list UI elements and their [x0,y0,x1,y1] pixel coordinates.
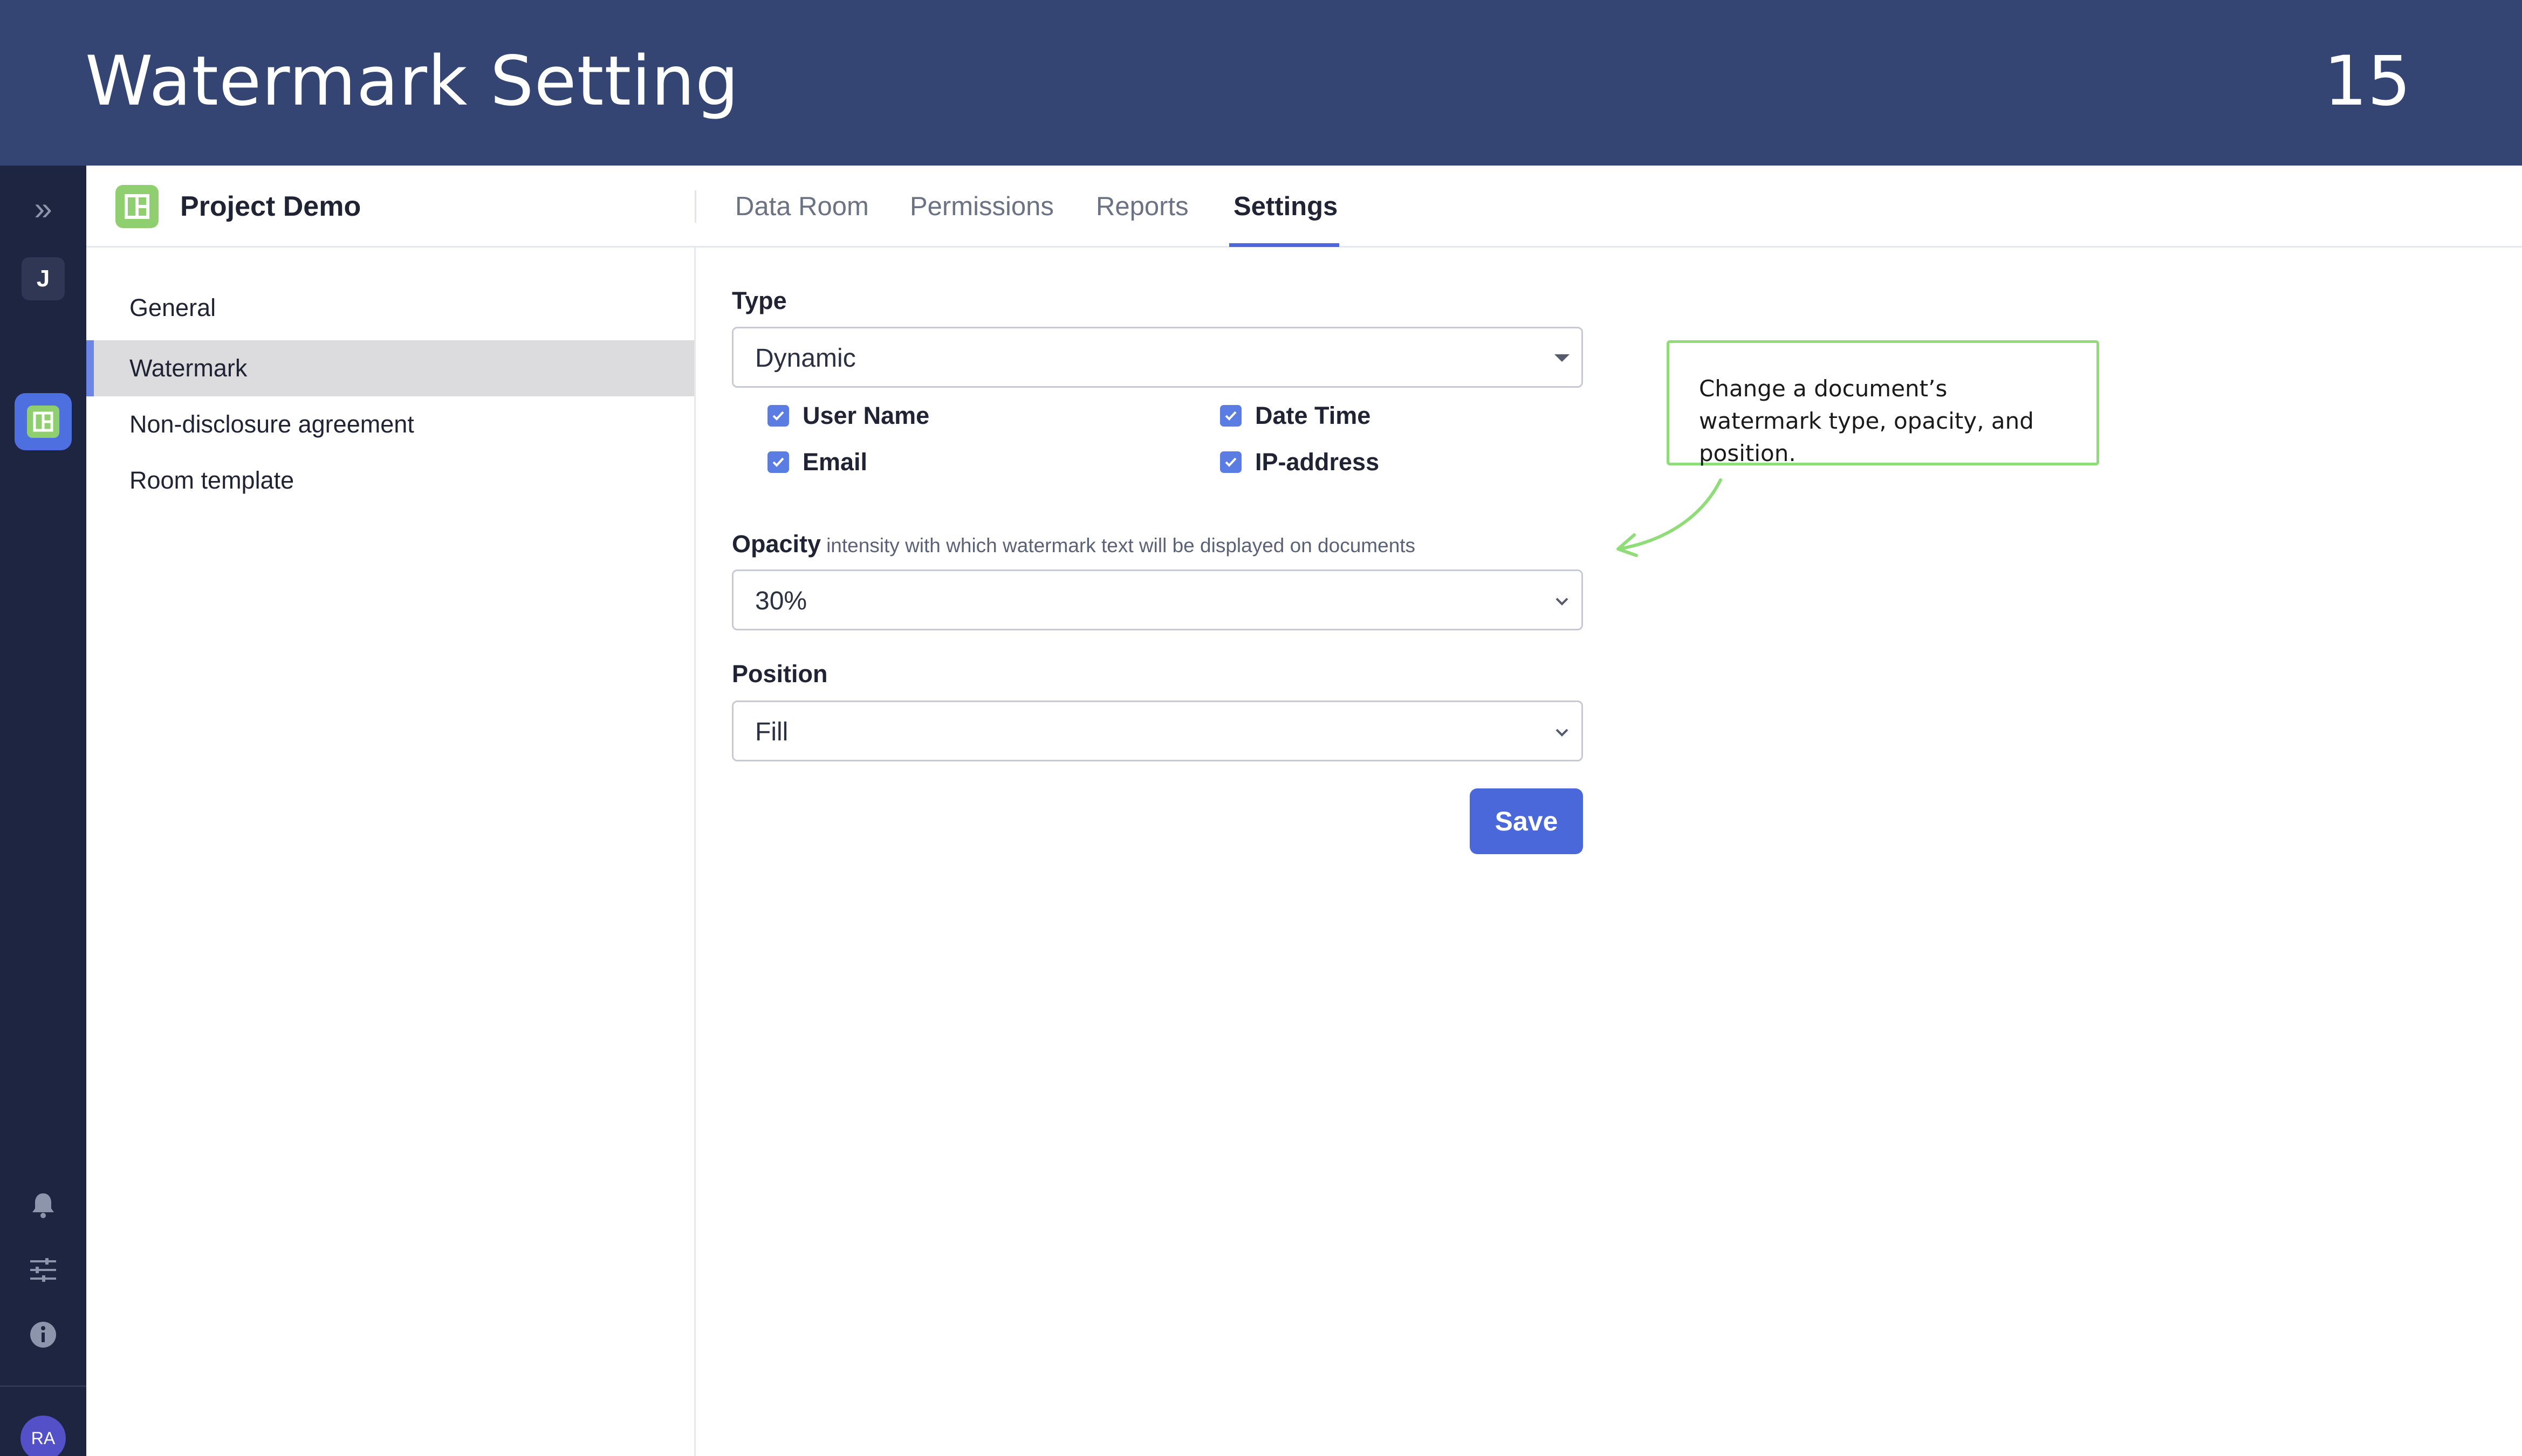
user-name-label: User Name [803,402,930,429]
ip-address-checkbox[interactable] [1220,451,1242,473]
settings-subnav: General Watermark Non-disclosure agreeme… [86,248,696,1456]
type-value: Dynamic [755,344,856,373]
opacity-select[interactable]: 30% [732,569,1583,630]
project-icon [27,406,59,438]
opacity-value: 30% [755,587,807,615]
tab-reports[interactable]: Reports [1096,190,1189,223]
save-button[interactable]: Save [1470,788,1583,854]
bell-icon[interactable] [26,1188,60,1223]
position-value: Fill [755,718,789,746]
project-icon [115,185,159,228]
ip-address-label: IP-address [1255,448,1380,476]
subnav-item-general[interactable]: General [86,280,694,336]
subnav-item-room-template[interactable]: Room template [86,452,694,509]
rail-divider [0,1385,86,1387]
left-rail: » J RA [0,166,86,1456]
subnav-item-label: General [129,294,216,321]
callout-box: Change a document’s watermark type, opac… [1667,340,2099,466]
title-banner: Watermark Setting 15 [0,0,2522,166]
subnav-item-label: Watermark [129,354,248,382]
callout-arrow-icon [1616,478,1722,557]
project-name[interactable]: Project Demo [180,190,361,223]
email-label: Email [803,448,868,476]
subnav-item-watermark[interactable]: Watermark [86,340,694,396]
type-select[interactable]: Dynamic [732,327,1583,388]
sliders-icon[interactable] [26,1253,60,1287]
chevron-down-icon [1555,729,1568,737]
user-name-checkbox[interactable] [767,405,789,427]
subnav-item-label: Room template [129,466,294,494]
header-divider [695,190,696,223]
expand-icon[interactable]: » [27,193,59,225]
opacity-hint: intensity with which watermark text will… [826,534,1416,557]
type-label: Type [732,287,787,314]
workspace-avatar[interactable]: J [22,257,65,300]
position-select[interactable]: Fill [732,700,1583,761]
caret-down-icon [1554,354,1570,362]
date-time-checkbox[interactable] [1220,405,1242,427]
slide-number: 15 [2324,41,2411,121]
active-tab-indicator [1229,243,1339,247]
position-label: Position [732,660,828,688]
tab-permissions[interactable]: Permissions [910,190,1054,223]
tab-settings[interactable]: Settings [1233,190,1338,223]
opacity-label: Opacity intensity with which watermark te… [732,530,1415,560]
callout-text: Change a document’s watermark type, opac… [1699,375,2034,466]
info-icon[interactable] [26,1317,60,1352]
project-switcher-button[interactable] [15,393,72,450]
tab-data-room[interactable]: Data Room [735,190,869,223]
subnav-item-label: Non-disclosure agreement [129,410,414,438]
opacity-label-text: Opacity [732,530,821,558]
user-avatar[interactable]: RA [20,1416,66,1456]
chevron-down-icon [1555,597,1568,606]
app-header: Project Demo Data Room Permissions Repor… [86,166,2522,248]
subnav-item-nda[interactable]: Non-disclosure agreement [86,396,694,452]
date-time-label: Date Time [1255,402,1371,429]
email-checkbox[interactable] [767,451,789,473]
slide-title: Watermark Setting [85,41,739,121]
